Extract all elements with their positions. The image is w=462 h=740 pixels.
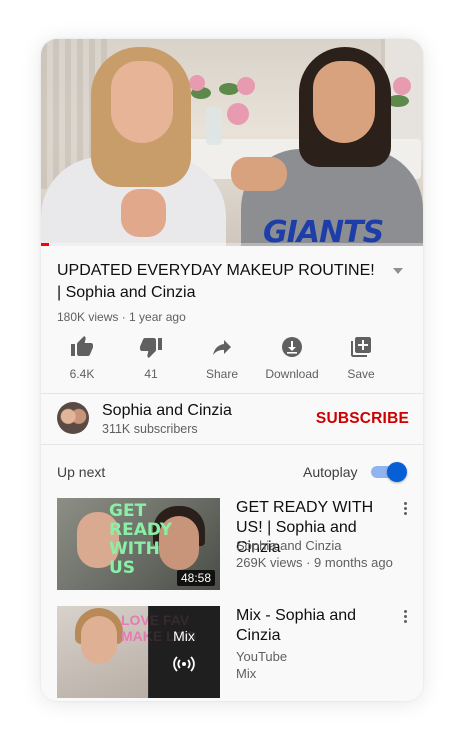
download-label: Download	[265, 367, 319, 381]
video-title-row[interactable]: UPDATED EVERYDAY MAKEUP ROUTINE! | Sophi…	[57, 260, 407, 304]
share-button[interactable]: Share	[187, 335, 257, 381]
mix-thumbnail[interactable]: LOVE FAV MAKE LOO Mix	[57, 606, 220, 698]
duration-badge: 48:58	[176, 570, 215, 586]
phone-frame: GIANTS UPDATED EVERYDAY MAKEUP ROUTINE! …	[41, 39, 423, 701]
more-options-icon[interactable]	[401, 610, 409, 624]
recommended-stats: 269K views · 9 months ago	[236, 555, 393, 570]
subscribe-button[interactable]: SUBSCRIBE	[316, 410, 409, 428]
up-next-heading: Up next	[57, 464, 106, 480]
video-player[interactable]: GIANTS	[41, 39, 423, 246]
like-count: 6.4K	[69, 367, 95, 381]
mix-overlay-label: Mix	[173, 628, 195, 644]
save-label: Save	[347, 367, 375, 381]
like-button[interactable]: 6.4K	[47, 335, 117, 381]
recommended-stats: Mix	[236, 666, 257, 681]
divider	[41, 393, 423, 394]
recommended-channel: YouTube	[236, 649, 288, 664]
save-playlist-icon	[351, 337, 371, 357]
channel-name[interactable]: Sophia and Cinzia	[102, 402, 232, 420]
recommended-title[interactable]: Mix - Sophia and Cinzia	[236, 606, 400, 646]
thumbnail-text: GET READY WITH US	[109, 501, 173, 578]
radio-broadcast-icon	[173, 656, 195, 672]
dislike-button[interactable]: 41	[116, 335, 186, 381]
subscriber-count: 311K subscribers	[102, 422, 198, 436]
action-bar: 6.4K 41 Share Download Save	[57, 335, 409, 381]
chevron-down-icon[interactable]	[393, 268, 403, 274]
channel-row: Sophia and Cinzia 311K subscribers SUBSC…	[57, 402, 409, 436]
thumbs-up-icon	[71, 336, 93, 356]
save-button[interactable]: Save	[326, 335, 396, 381]
recommended-mix[interactable]: LOVE FAV MAKE LOO Mix Mix - Sophia and C…	[57, 606, 409, 698]
autoplay-toggle[interactable]	[371, 462, 407, 482]
video-thumbnail[interactable]: GET READY WITH US 48:58	[57, 498, 220, 590]
thumbs-down-icon	[140, 338, 162, 358]
recommended-channel: Sophia and Cinzia	[236, 538, 342, 553]
progress-fill	[41, 243, 49, 246]
dislike-count: 41	[144, 367, 158, 381]
progress-bar[interactable]	[41, 243, 423, 246]
download-button[interactable]: Download	[257, 335, 327, 381]
download-icon	[282, 337, 302, 357]
autoplay-label: Autoplay	[303, 464, 358, 480]
share-label: Share	[205, 367, 239, 381]
recommended-video[interactable]: GET READY WITH US 48:58 GET READY WITH U…	[57, 498, 409, 590]
channel-avatar[interactable]	[57, 402, 89, 434]
divider	[41, 444, 423, 445]
share-icon	[213, 340, 231, 355]
video-title: UPDATED EVERYDAY MAKEUP ROUTINE! | Sophi…	[57, 262, 375, 301]
video-meta: 180K views · 1 year ago	[57, 310, 186, 324]
shirt-text: GIANTS	[263, 215, 384, 246]
more-options-icon[interactable]	[401, 502, 409, 516]
